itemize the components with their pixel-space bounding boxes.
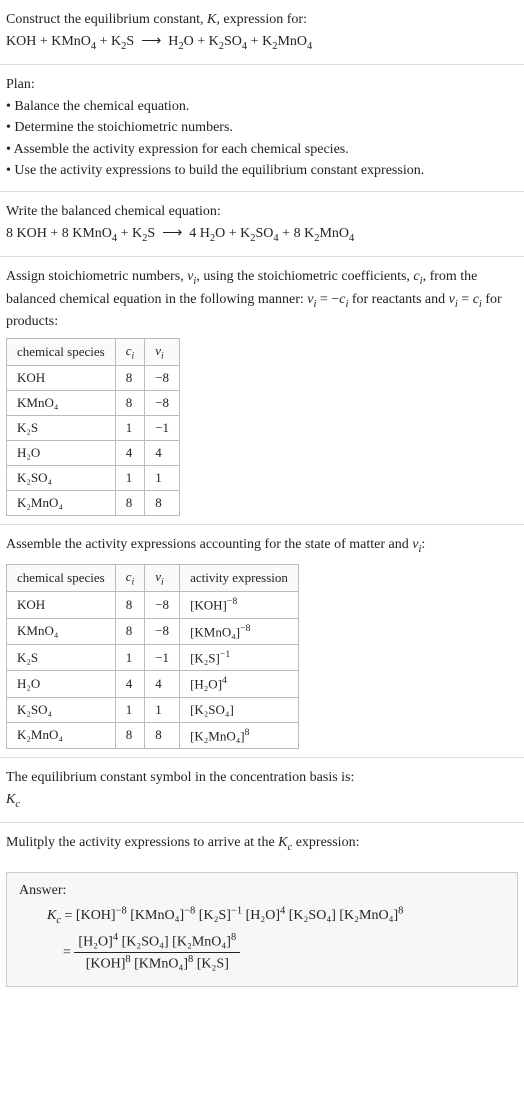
table-row: KOH8−8[KOH]−8 xyxy=(7,592,299,618)
activity-table: chemical species ci νi activity expressi… xyxy=(6,564,299,749)
cell-c: 1 xyxy=(115,645,145,671)
stoich-table: chemical species ci νi KOH8−8KMnO₄8−8K₂S… xyxy=(6,338,180,517)
cell-c: 1 xyxy=(115,697,145,722)
col-c: ci xyxy=(115,338,145,366)
stoich-section: Assign stoichiometric numbers, νi, using… xyxy=(0,257,524,525)
symbol-text: The equilibrium constant symbol in the c… xyxy=(6,768,518,788)
table-row: K₂SO₄11[K₂SO₄] xyxy=(7,697,299,722)
cell-v: −8 xyxy=(145,366,180,391)
plan-item: • Use the activity expressions to build … xyxy=(6,161,518,181)
symbol-section: The equilibrium constant symbol in the c… xyxy=(0,758,524,823)
cell-c: 1 xyxy=(115,466,145,491)
cell-activity: [H₂O]4 xyxy=(180,671,299,697)
table-row: K₂SO₄11 xyxy=(7,466,180,491)
cell-species: K₂SO₄ xyxy=(7,466,116,491)
cell-v: −1 xyxy=(145,416,180,441)
cell-activity: [KMnO₄]−8 xyxy=(180,618,299,644)
plan-item: • Determine the stoichiometric numbers. xyxy=(6,118,518,138)
unbalanced-equation: KOH + KMnO4 + K2S ⟶ H2O + K2SO4 + K2MnO4 xyxy=(6,32,518,54)
plan-item: • Balance the chemical equation. xyxy=(6,97,518,117)
balanced-equation: 8 KOH + 8 KMnO4 + K2S ⟶ 4 H2O + K2SO4 + … xyxy=(6,224,518,246)
plan-heading: Plan: xyxy=(6,75,518,95)
stoich-intro: Assign stoichiometric numbers, νi, using… xyxy=(6,267,518,332)
cell-species: KOH xyxy=(7,592,116,618)
answer-label: Answer: xyxy=(19,883,505,899)
table-row: H₂O44 xyxy=(7,441,180,466)
cell-c: 8 xyxy=(115,491,145,516)
cell-c: 8 xyxy=(115,722,145,748)
table-row: K₂MnO₄88 xyxy=(7,491,180,516)
answer-box: Answer: Kc = [KOH]−8 [KMnO₄]−8 [K₂S]−1 [… xyxy=(6,872,518,988)
cell-species: KMnO₄ xyxy=(7,391,116,416)
cell-c: 8 xyxy=(115,618,145,644)
construct-text: Construct the equilibrium constant, K, e… xyxy=(6,10,518,30)
cell-activity: [KOH]−8 xyxy=(180,592,299,618)
cell-c: 8 xyxy=(115,366,145,391)
cell-activity: [K₂S]−1 xyxy=(180,645,299,671)
cell-v: −8 xyxy=(145,618,180,644)
cell-species: H₂O xyxy=(7,441,116,466)
cell-v: 8 xyxy=(145,491,180,516)
symbol-kc: Kc xyxy=(6,790,518,812)
multiply-section: Mulitply the activity expressions to arr… xyxy=(0,823,524,865)
col-c: ci xyxy=(115,564,145,592)
cell-v: 8 xyxy=(145,722,180,748)
cell-v: 1 xyxy=(145,697,180,722)
cell-species: KMnO₄ xyxy=(7,618,116,644)
cell-c: 8 xyxy=(115,592,145,618)
table-row: KMnO₄8−8 xyxy=(7,391,180,416)
cell-v: −1 xyxy=(145,645,180,671)
cell-v: 1 xyxy=(145,466,180,491)
table-header-row: chemical species ci νi activity expressi… xyxy=(7,564,299,592)
table-row: K₂S1−1[K₂S]−1 xyxy=(7,645,299,671)
cell-activity: [K₂MnO₄]8 xyxy=(180,722,299,748)
table-row: KOH8−8 xyxy=(7,366,180,391)
cell-species: K₂MnO₄ xyxy=(7,491,116,516)
col-species: chemical species xyxy=(7,564,116,592)
cell-species: K₂S xyxy=(7,416,116,441)
cell-activity: [K₂SO₄] xyxy=(180,697,299,722)
activity-intro: Assemble the activity expressions accoun… xyxy=(6,535,518,557)
col-species: chemical species xyxy=(7,338,116,366)
plan-section: Plan: • Balance the chemical equation. •… xyxy=(0,65,524,192)
cell-v: 4 xyxy=(145,671,180,697)
table-row: K₂S1−1 xyxy=(7,416,180,441)
plan-item: • Assemble the activity expression for e… xyxy=(6,140,518,160)
cell-v: 4 xyxy=(145,441,180,466)
table-row: H₂O44[H₂O]4 xyxy=(7,671,299,697)
balanced-heading: Write the balanced chemical equation: xyxy=(6,202,518,222)
balanced-section: Write the balanced chemical equation: 8 … xyxy=(0,192,524,257)
intro-section: Construct the equilibrium constant, K, e… xyxy=(0,0,524,65)
cell-v: −8 xyxy=(145,592,180,618)
cell-species: H₂O xyxy=(7,671,116,697)
cell-species: K₂SO₄ xyxy=(7,697,116,722)
cell-c: 4 xyxy=(115,671,145,697)
multiply-heading: Mulitply the activity expressions to arr… xyxy=(6,833,518,855)
cell-c: 8 xyxy=(115,391,145,416)
cell-species: K₂MnO₄ xyxy=(7,722,116,748)
cell-species: K₂S xyxy=(7,645,116,671)
cell-species: KOH xyxy=(7,366,116,391)
answer-expression: Kc = [KOH]−8 [KMnO₄]−8 [K₂S]−1 [H₂O]4 [K… xyxy=(19,905,505,975)
cell-c: 1 xyxy=(115,416,145,441)
cell-c: 4 xyxy=(115,441,145,466)
cell-v: −8 xyxy=(145,391,180,416)
table-row: KMnO₄8−8[KMnO₄]−8 xyxy=(7,618,299,644)
col-activity: activity expression xyxy=(180,564,299,592)
col-v: νi xyxy=(145,338,180,366)
activity-section: Assemble the activity expressions accoun… xyxy=(0,525,524,758)
table-header-row: chemical species ci νi xyxy=(7,338,180,366)
table-row: K₂MnO₄88[K₂MnO₄]8 xyxy=(7,722,299,748)
col-v: νi xyxy=(145,564,180,592)
